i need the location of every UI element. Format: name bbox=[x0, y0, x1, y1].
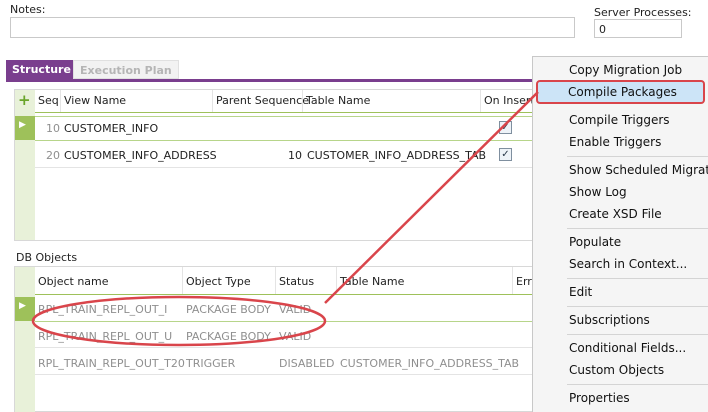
annotation-overlay bbox=[31, 91, 539, 347]
annotation-arrow-line bbox=[324, 91, 539, 304]
annotation-ellipse bbox=[31, 295, 327, 347]
